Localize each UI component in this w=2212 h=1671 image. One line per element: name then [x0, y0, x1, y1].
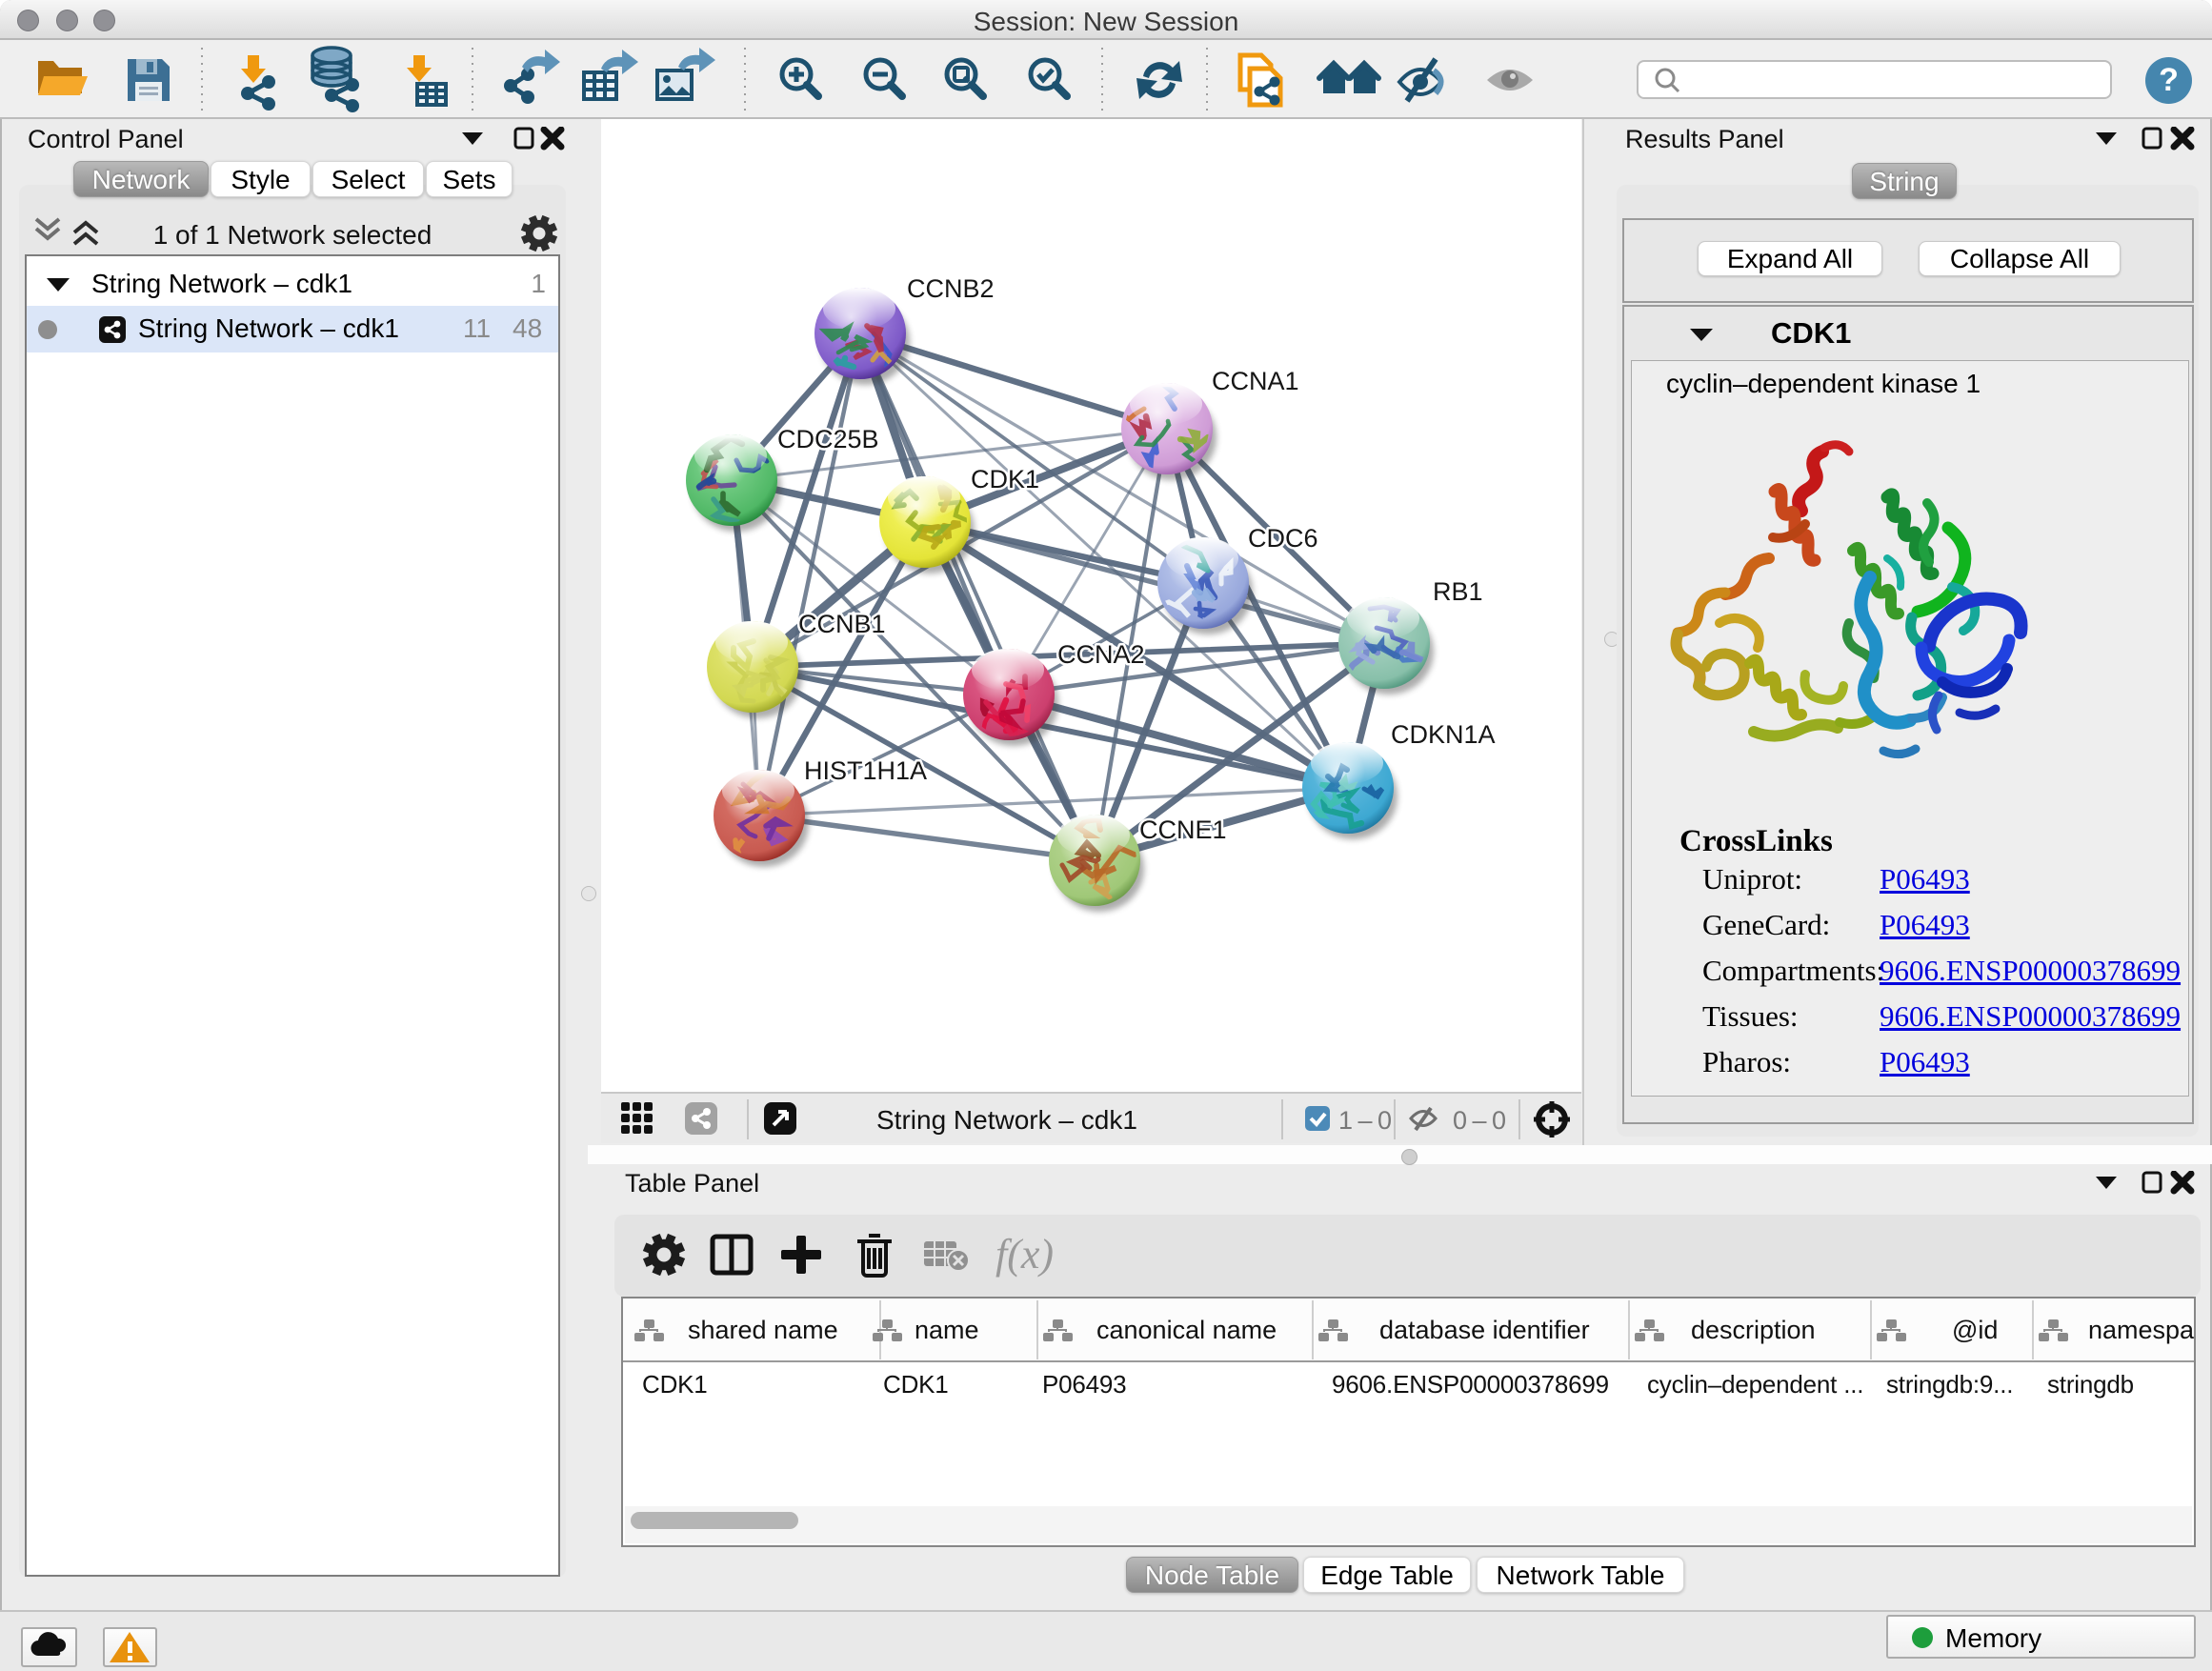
- svg-text:String Network – cdk1: String Network – cdk1: [876, 1105, 1137, 1135]
- svg-text:RB1: RB1: [1433, 577, 1483, 606]
- svg-text:CDK1: CDK1: [642, 1370, 708, 1399]
- svg-text:HIST1H1A: HIST1H1A: [804, 756, 927, 785]
- svg-text:f(x): f(x): [995, 1231, 1054, 1278]
- svg-text:cyclin–dependent ...: cyclin–dependent ...: [1647, 1370, 1863, 1399]
- svg-text:CDK1: CDK1: [883, 1370, 949, 1399]
- svg-text:shared name: shared name: [688, 1316, 838, 1344]
- svg-text:CCNA2: CCNA2: [1057, 640, 1145, 669]
- svg-text:P06493: P06493: [1042, 1370, 1126, 1399]
- svg-text:9606.ENSP00000378699: 9606.ENSP00000378699: [1332, 1370, 1609, 1399]
- svg-text:CDC6: CDC6: [1248, 524, 1318, 553]
- svg-text:1 – 0: 1 – 0: [1338, 1106, 1391, 1135]
- svg-text:name: name: [915, 1316, 979, 1344]
- svg-text:stringdb:9...: stringdb:9...: [1886, 1370, 2013, 1399]
- svg-text:description: description: [1691, 1316, 1816, 1344]
- svg-text:CCNB1: CCNB1: [798, 610, 886, 638]
- svg-text:CCNA1: CCNA1: [1212, 367, 1299, 395]
- svg-text:CDK1: CDK1: [971, 465, 1039, 493]
- svg-text:CDC25B: CDC25B: [777, 425, 879, 453]
- svg-text:CDKN1A: CDKN1A: [1391, 720, 1496, 749]
- svg-text:CCNB2: CCNB2: [907, 274, 995, 303]
- svg-text:stringdb: stringdb: [2047, 1370, 2134, 1399]
- svg-text:@id: @id: [1952, 1316, 1998, 1344]
- svg-text:0 – 0: 0 – 0: [1453, 1106, 1505, 1135]
- svg-text:canonical name: canonical name: [1096, 1316, 1277, 1344]
- svg-text:namespac: namespac: [2088, 1316, 2194, 1344]
- svg-text:database identifier: database identifier: [1379, 1316, 1590, 1344]
- svg-text:CCNE1: CCNE1: [1139, 815, 1227, 844]
